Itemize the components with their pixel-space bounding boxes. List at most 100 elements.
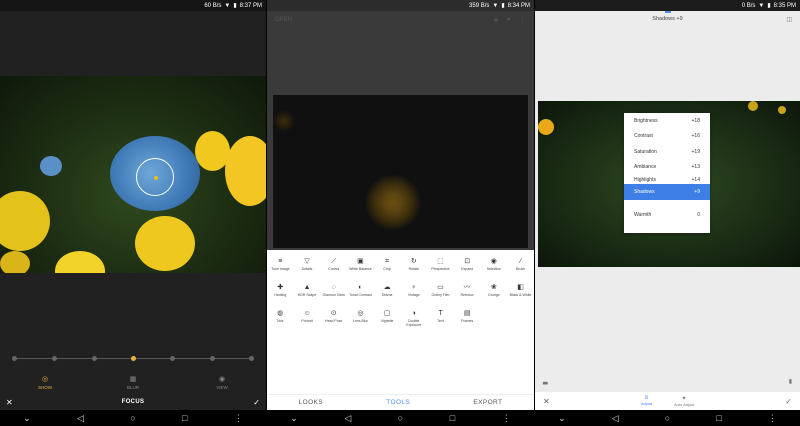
tool-retrolux[interactable]: 〰 Retrolux [454, 284, 481, 310]
tool-label: Head Pose [325, 319, 343, 323]
chevron-down-icon[interactable]: ⌄ [23, 413, 31, 424]
tool-label: Perspective [431, 267, 450, 271]
mode-show[interactable]: ◎ SHOW [25, 375, 65, 390]
tool-rotate[interactable]: ↻ Rotate [400, 258, 427, 284]
more-icon[interactable]: ⋮ [502, 413, 511, 424]
tool-healing[interactable]: ✚ Healing [267, 284, 294, 310]
slider-dot[interactable] [210, 356, 215, 361]
tool-grunge[interactable]: ❀ Grunge [481, 284, 508, 310]
tool-text[interactable]: T Text [427, 310, 454, 336]
tools-panel: 359 B/s ▼ ▮ 8:34 PM OPEN ◈ ● ⋮ ≡ Tune Ima… [267, 0, 534, 426]
tool-icon: ▣ [357, 258, 364, 265]
home-icon[interactable]: ○ [130, 413, 135, 423]
tool-white-balance[interactable]: ▣ White Balance [347, 258, 374, 284]
yellow-flower [0, 251, 30, 273]
mode-blur[interactable]: ▦ BLUR [113, 375, 153, 390]
menu-item-contrast[interactable]: Contrast +16 [624, 129, 710, 145]
tool-icon: ▲ [303, 284, 311, 291]
tool-selective[interactable]: ◉ Selective [481, 258, 508, 284]
tab-auto-adjust[interactable]: ✦ Auto Adjust [674, 395, 694, 407]
tool-frames[interactable]: ▤ Frames [454, 310, 481, 336]
menu-item-ambiance[interactable]: Ambiance +13 [624, 160, 710, 176]
home-icon[interactable]: ○ [665, 413, 670, 423]
tool-expand[interactable]: ⊡ Expand [454, 258, 481, 284]
compare-icon[interactable]: ◫ [786, 16, 792, 23]
tool-icon: ◑ [411, 310, 416, 317]
photo-canvas[interactable] [273, 95, 528, 248]
tool-label: Retrolux [460, 293, 474, 297]
tool-icon: ◧ [517, 284, 524, 291]
tool-details[interactable]: ▽ Details [294, 258, 321, 284]
tool-tune-image[interactable]: ≡ Tune Image [267, 258, 294, 284]
tab-looks[interactable]: LOOKS [299, 399, 323, 406]
tool-vintage[interactable]: ♀ Vintage [400, 284, 427, 310]
menu-item-warmth[interactable]: Warmth 0 [624, 208, 710, 224]
slider-dot[interactable] [52, 356, 57, 361]
tool-double-exposure[interactable]: ◑ Double Exposure [400, 310, 427, 336]
tool-label: Black & White [509, 293, 532, 297]
tool-icon: ◎ [357, 310, 364, 317]
tool-icon: ⬚ [437, 258, 444, 265]
close-icon[interactable]: ✕ [543, 397, 550, 406]
recents-icon[interactable]: □ [450, 413, 455, 423]
more-icon[interactable]: ⋮ [768, 413, 777, 424]
recents-icon[interactable]: □ [182, 413, 187, 423]
tool-head-pose[interactable]: ⊙ Head Pose [320, 310, 347, 336]
menu-item-highlights[interactable]: Highlights +14 [624, 175, 710, 184]
info-icon[interactable]: ● [507, 16, 511, 24]
back-icon[interactable]: ◁ [344, 413, 351, 424]
back-icon[interactable]: ◁ [77, 413, 84, 424]
menu-item-brightness[interactable]: Brightness +18 [624, 113, 710, 129]
slider-dot[interactable] [170, 356, 175, 361]
chevron-down-icon[interactable]: ⌄ [558, 413, 566, 424]
tool-drama[interactable]: ☁ Drama [374, 284, 401, 310]
tool-tonal-contrast[interactable]: ◐ Tonal Contrast [347, 284, 374, 310]
tool-label: Vintage [407, 293, 420, 297]
tool-black-white[interactable]: ◧ Black & White [507, 284, 534, 310]
tool-hdr-scape[interactable]: ▲ HDR Scape [294, 284, 321, 310]
tool-title: FOCUS [121, 399, 145, 405]
tool-icon: ◍ [277, 310, 284, 317]
tool-icon: ∕ [519, 258, 522, 265]
slider-dot[interactable] [249, 356, 254, 361]
tool-brush[interactable]: ∕ Brush [507, 258, 534, 284]
open-button[interactable]: OPEN [275, 17, 292, 23]
slider-dot[interactable] [92, 356, 97, 361]
bookmark-icon[interactable]: ▮ [789, 378, 792, 385]
home-icon[interactable]: ○ [398, 413, 403, 423]
histogram-icon[interactable]: ▃ [543, 378, 548, 385]
tool-icon: ◉ [490, 258, 497, 265]
adjust-panel: 0 B/s ▼ ▮ 8:35 PM Shadows +9 ◫ Brightnes… [535, 0, 800, 426]
tool-lens-blur[interactable]: ◎ Lens Blur [347, 310, 374, 336]
back-icon[interactable]: ◁ [612, 413, 619, 424]
check-icon[interactable]: ✓ [785, 397, 792, 406]
layers-icon[interactable]: ◈ [493, 16, 498, 24]
tab-export[interactable]: EXPORT [473, 399, 502, 406]
mode-view[interactable]: ◉ VIEW [202, 375, 242, 390]
tool-noir[interactable]: ◍ Noir [267, 310, 294, 336]
recents-icon[interactable]: □ [716, 413, 721, 423]
yellow-flower [0, 191, 50, 251]
tool-portrait[interactable]: ☺ Portrait [294, 310, 321, 336]
check-icon[interactable]: ✓ [253, 398, 260, 407]
menu-item-saturation[interactable]: Saturation +19 [624, 144, 710, 160]
tool-vignette[interactable]: ▢ Vignette [374, 310, 401, 336]
tool-icon: ↻ [410, 258, 417, 265]
photo-canvas[interactable] [0, 76, 266, 273]
slider-dot[interactable] [12, 356, 17, 361]
tool-perspective[interactable]: ⬚ Perspective [427, 258, 454, 284]
chevron-down-icon[interactable]: ⌄ [290, 413, 298, 424]
close-icon[interactable]: ✕ [6, 398, 13, 407]
menu-item-shadows[interactable]: Shadows +9 [624, 184, 710, 200]
more-icon[interactable]: ⋮ [234, 413, 243, 424]
tool-label: White Balance [349, 267, 372, 271]
tab-tools[interactable]: TOOLS [386, 399, 410, 406]
more-icon[interactable]: ⋮ [519, 16, 526, 24]
tool-crop[interactable]: ⌗ Crop [374, 258, 401, 284]
yellow-flower [55, 251, 105, 273]
tab-adjust[interactable]: ≡ Adjust [641, 395, 652, 407]
tool-glamour-glow[interactable]: ◌ Glamour Glow [320, 284, 347, 310]
tool-grainy-film[interactable]: ▭ Grainy Film [427, 284, 454, 310]
tool-curves[interactable]: ⟋ Curves [320, 258, 347, 284]
slider-dot-active[interactable] [131, 356, 136, 361]
